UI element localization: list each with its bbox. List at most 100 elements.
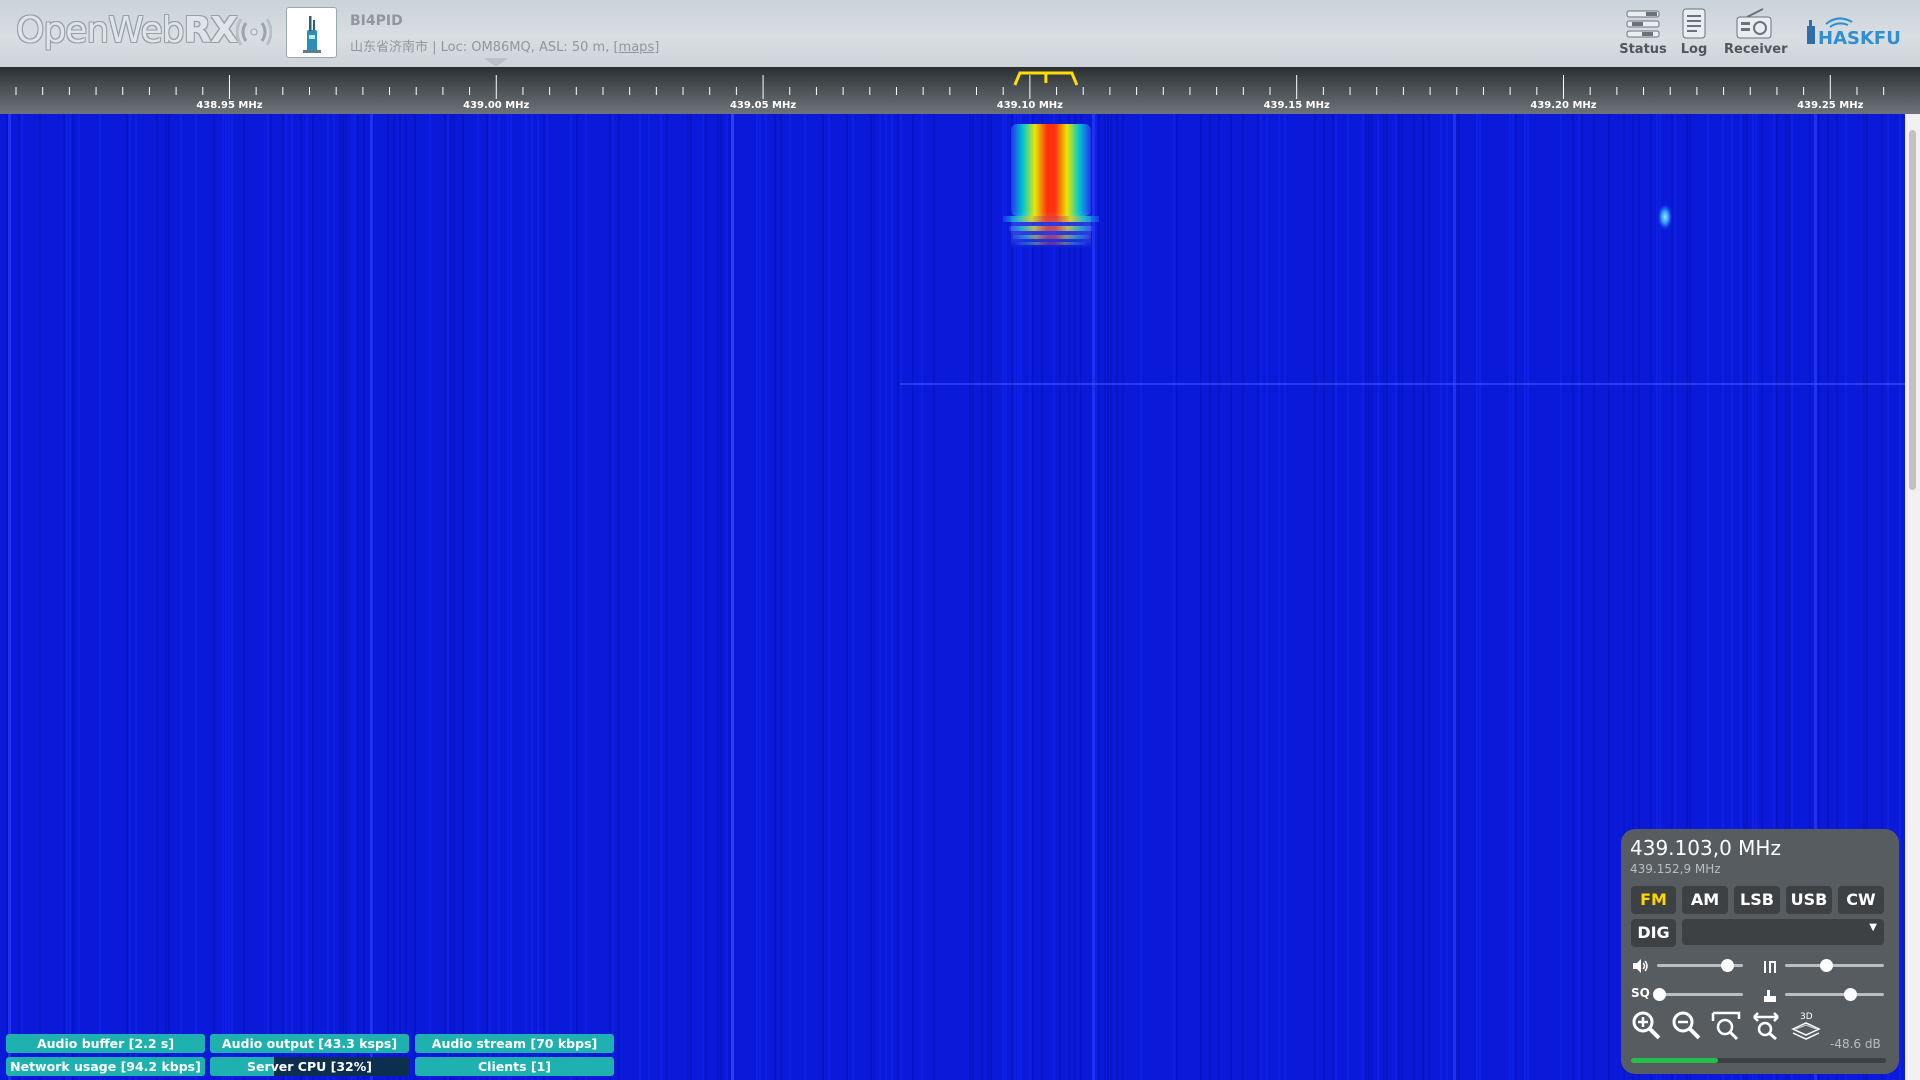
zoom-fit-icon[interactable] xyxy=(1750,1009,1782,1041)
waterfall-noise-streak xyxy=(18,114,20,1080)
squelch-slider-track[interactable] xyxy=(1657,993,1743,996)
waterfall-noise-streak xyxy=(267,114,269,1080)
waterfall-noise-streak xyxy=(1377,114,1379,1080)
waterfall-noise-streak xyxy=(225,114,227,1080)
waterfall-noise-streak xyxy=(900,114,902,1080)
scale-label: 439.05 MHz xyxy=(730,100,796,111)
waterfall-noise-streak xyxy=(990,114,992,1080)
log-button[interactable]: Log xyxy=(1666,8,1722,57)
waterfall-noise-streak xyxy=(450,114,452,1080)
waterfall-spur-line xyxy=(370,114,373,1080)
waterfall-noise-streak xyxy=(510,114,512,1080)
mode-fm-button[interactable]: FM xyxy=(1631,886,1676,914)
waterfall-noise-streak xyxy=(804,114,806,1080)
waterfall-noise-streak xyxy=(345,114,347,1080)
waterfall-noise-streak xyxy=(1122,114,1124,1080)
zoom-out-icon[interactable] xyxy=(1670,1009,1702,1041)
waterfall-noise-streak xyxy=(339,114,341,1080)
openwebrx-logo[interactable]: OpenWebRX xyxy=(16,8,238,54)
mode-lsb-button[interactable]: LSB xyxy=(1734,886,1780,914)
receiver-button-label: Receiver xyxy=(1724,42,1788,57)
mode-am-button[interactable]: AM xyxy=(1682,886,1728,914)
expand-details-icon[interactable] xyxy=(484,58,508,67)
waterfall-noise-streak xyxy=(759,114,761,1080)
audio-stream-label: Audio stream [70 kbps] xyxy=(431,1036,598,1051)
3d-icon[interactable]: 3D xyxy=(1790,1009,1822,1041)
waterfall-noise-streak xyxy=(1257,114,1259,1080)
waterfall-noise-streak xyxy=(1398,114,1400,1080)
waterfall-noise-streak xyxy=(1572,114,1574,1080)
waterfall-min-slider-track[interactable] xyxy=(1785,993,1884,996)
mode-usb-button[interactable]: USB xyxy=(1786,886,1832,914)
digital-mode-select[interactable]: ▼ xyxy=(1682,919,1884,945)
waterfall-noise-streak xyxy=(429,114,431,1080)
waterfall-noise-streak xyxy=(444,114,446,1080)
tuning-marker[interactable] xyxy=(1013,71,1079,86)
location-text: 山东省济南市 | Loc: OM86MQ, ASL: 50 m, xyxy=(350,40,614,55)
waterfall-noise-streak xyxy=(1284,114,1286,1080)
partner-logo[interactable]: HASKFU xyxy=(1804,14,1914,48)
maps-link[interactable]: [maps] xyxy=(613,40,659,55)
waterfall-noise-streak xyxy=(690,114,692,1080)
frequency-scale-svg: 438.95 MHz 439.00 MHz 439.05 MHz 439.10 MHz… xyxy=(15,71,1885,111)
waterfall-noise-streak xyxy=(789,114,791,1080)
waterfall-noise-streak xyxy=(135,114,137,1080)
waterfall-min-slider-knob[interactable] xyxy=(1843,988,1857,1001)
waterfall-max-slider-track[interactable] xyxy=(1785,964,1884,967)
waterfall-noise-streak xyxy=(870,114,872,1080)
receiver-location: 山东省济南市 | Loc: OM86MQ, ASL: 50 m, [maps] xyxy=(350,36,659,55)
frequency-scale[interactable]: 438.95 MHz 439.00 MHz 439.05 MHz 439.10 MHz… xyxy=(0,67,1920,114)
server-cpu-label: Server CPU [32%] xyxy=(247,1059,372,1074)
waterfall-noise-streak xyxy=(912,114,914,1080)
waterfall-noise-streak xyxy=(1479,114,1481,1080)
scrollbar-thumb[interactable] xyxy=(1909,130,1916,490)
waterfall-spur-line xyxy=(1453,114,1456,1080)
waterfall-noise-streak xyxy=(72,114,74,1080)
waterfall-noise-streak xyxy=(486,114,488,1080)
waterfall-noise-streak xyxy=(462,114,464,1080)
waterfall-noise-streak xyxy=(1335,114,1337,1080)
waterfall-max-icon[interactable] xyxy=(1761,957,1779,975)
logo-text-bold: RX xyxy=(183,10,238,51)
waterfall-noise-streak xyxy=(1242,114,1244,1080)
waterfall-noise-streak xyxy=(165,114,167,1080)
receiver-button[interactable]: Receiver xyxy=(1724,8,1788,57)
waterfall-noise-streak xyxy=(987,114,989,1080)
waterfall-noise-streak xyxy=(168,114,170,1080)
waterfall-noise-streak xyxy=(1017,114,1019,1080)
waterfall-noise-streak xyxy=(720,114,722,1080)
status-button[interactable]: Status xyxy=(1615,8,1671,57)
waterfall-noise-streak xyxy=(921,114,923,1080)
waterfall-noise-streak xyxy=(126,114,128,1080)
waterfall-display[interactable] xyxy=(0,114,1905,1080)
waterfall-noise-streak xyxy=(243,114,245,1080)
waterfall-noise-streak xyxy=(1395,114,1397,1080)
waterfall-noise-streak xyxy=(228,114,230,1080)
waterfall-noise-streak xyxy=(1422,114,1424,1080)
avatar[interactable] xyxy=(286,7,337,58)
waterfall-max-slider-knob[interactable] xyxy=(1820,959,1834,972)
waterfall-noise-streak xyxy=(1041,114,1043,1080)
waterfall-noise-streak xyxy=(846,114,848,1080)
mode-cw-button[interactable]: CW xyxy=(1838,886,1884,914)
waterfall-noise-streak xyxy=(327,114,329,1080)
volume-slider-knob[interactable] xyxy=(1721,959,1735,972)
waterfall-noise-streak xyxy=(570,114,572,1080)
volume-icon[interactable] xyxy=(1631,957,1649,975)
waterfall-noise-streak xyxy=(282,114,284,1080)
page-scrollbar[interactable] xyxy=(1905,114,1920,1080)
mouse-frequency: 439.152,9 MHz xyxy=(1630,862,1721,876)
waterfall-noise-streak xyxy=(1140,114,1142,1080)
waterfall-noise-streak xyxy=(78,114,80,1080)
waterfall-noise-streak xyxy=(780,114,782,1080)
squelch-slider-knob[interactable] xyxy=(1653,988,1667,1001)
zoom-reset-icon[interactable] xyxy=(1710,1009,1742,1041)
waterfall-min-icon[interactable] xyxy=(1761,986,1779,1004)
waterfall-noise-streak xyxy=(63,114,65,1080)
waterfall-noise-streak xyxy=(1524,114,1526,1080)
zoom-in-icon[interactable] xyxy=(1630,1009,1662,1041)
waterfall-noise-streak xyxy=(576,114,578,1080)
tuned-frequency[interactable]: 439.103,0 MHz xyxy=(1630,836,1781,860)
mode-dig-button[interactable]: DIG xyxy=(1631,919,1676,947)
audio-buffer-status: Audio buffer [2.2 s] xyxy=(6,1034,205,1053)
